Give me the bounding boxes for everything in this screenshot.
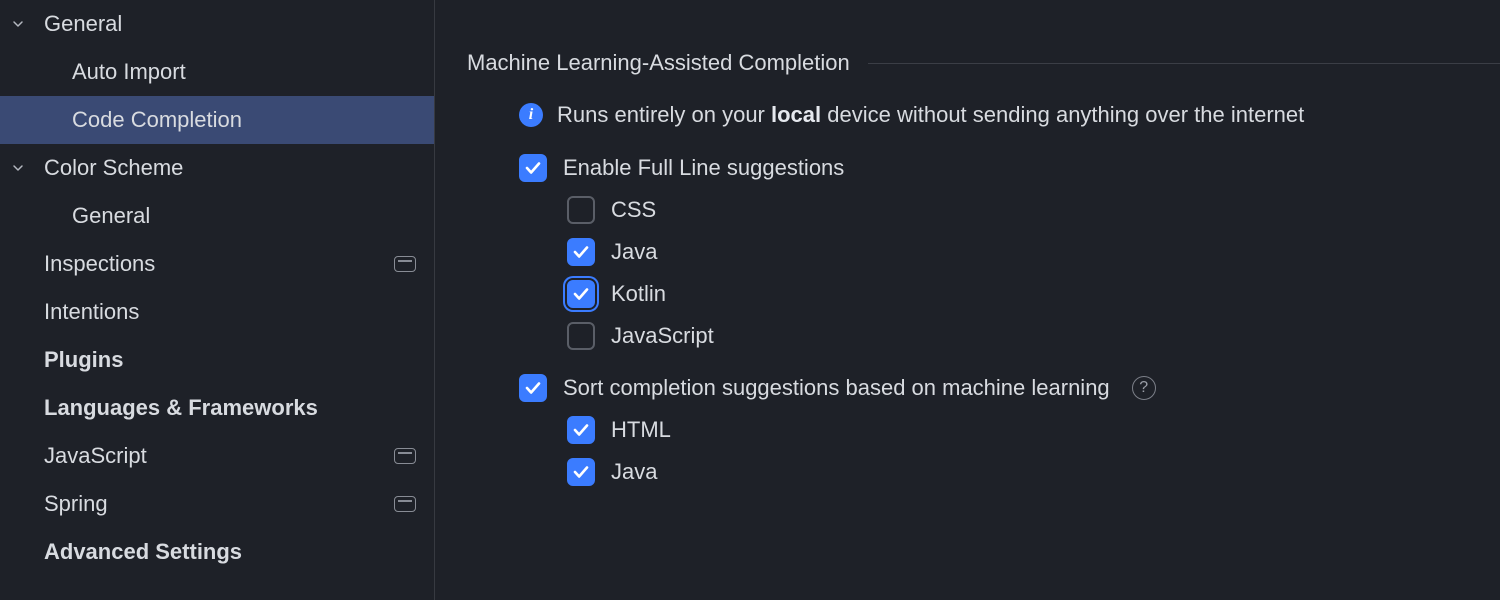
settings-tree: General Auto Import Code Completion Color S… [0,0,435,600]
checkbox-sort-ml[interactable] [519,374,547,402]
tree-item[interactable]: Advanced Settings [0,528,434,576]
option-sort-ml: Sort completion suggestions based on mac… [467,374,1500,402]
tree-item[interactable]: JavaScript [0,432,434,480]
scope-badge-icon [394,496,416,512]
tree-item[interactable]: Intentions [0,288,434,336]
info-note: i Runs entirely on your local device wit… [467,102,1500,128]
tree-item-label: Color Scheme [36,155,183,181]
tree-item[interactable]: Spring [0,480,434,528]
checkbox-language[interactable] [567,238,595,266]
tree-item[interactable]: Color Scheme [0,144,434,192]
checkbox-language[interactable] [567,196,595,224]
option-label[interactable]: Sort completion suggestions based on mac… [563,375,1110,401]
tree-item-label: General [0,203,150,229]
tree-item-label: Spring [36,491,108,517]
language-label[interactable]: Java [611,459,657,485]
language-option: Java [467,238,1500,266]
settings-content: Machine Learning-Assisted Completion i R… [435,0,1500,600]
chevron-down-icon [0,160,36,176]
tree-item[interactable]: General [0,0,434,48]
language-label[interactable]: Kotlin [611,281,666,307]
section-rule [868,63,1500,64]
info-text: Runs entirely on your local device witho… [557,102,1304,128]
language-option: CSS [467,196,1500,224]
tree-item-label: Auto Import [0,59,186,85]
tree-item[interactable]: Code Completion [0,96,434,144]
option-label[interactable]: Enable Full Line suggestions [563,155,844,181]
tree-item[interactable]: Inspections [0,240,434,288]
tree-item[interactable]: Auto Import [0,48,434,96]
tree-item-label: Plugins [36,347,123,373]
section-title-text: Machine Learning-Assisted Completion [467,50,850,76]
chevron-down-icon [0,16,36,32]
checkbox-language[interactable] [567,322,595,350]
language-label[interactable]: Java [611,239,657,265]
language-label[interactable]: JavaScript [611,323,714,349]
tree-item-label: General [36,11,122,37]
tree-item-label: Languages & Frameworks [36,395,318,421]
tree-item[interactable]: Plugins [0,336,434,384]
tree-item[interactable]: Languages & Frameworks [0,384,434,432]
section-header: Machine Learning-Assisted Completion [467,50,1500,76]
info-icon: i [519,103,543,127]
scope-badge-icon [394,448,416,464]
tree-item-label: Code Completion [0,107,242,133]
language-label[interactable]: HTML [611,417,671,443]
tree-item-label: Inspections [36,251,155,277]
language-option: JavaScript [467,322,1500,350]
scope-badge-icon [394,256,416,272]
tree-item-label: JavaScript [36,443,147,469]
checkbox-language[interactable] [567,280,595,308]
language-label[interactable]: CSS [611,197,656,223]
tree-item-label: Intentions [36,299,139,325]
language-option: Java [467,458,1500,486]
tree-item[interactable]: General [0,192,434,240]
checkbox-language[interactable] [567,416,595,444]
tree-item-label: Advanced Settings [36,539,242,565]
language-option: HTML [467,416,1500,444]
option-enable-full-line: Enable Full Line suggestions [467,154,1500,182]
language-option: Kotlin [467,280,1500,308]
checkbox-language[interactable] [567,458,595,486]
checkbox-enable-full-line[interactable] [519,154,547,182]
help-icon[interactable]: ? [1132,376,1156,400]
